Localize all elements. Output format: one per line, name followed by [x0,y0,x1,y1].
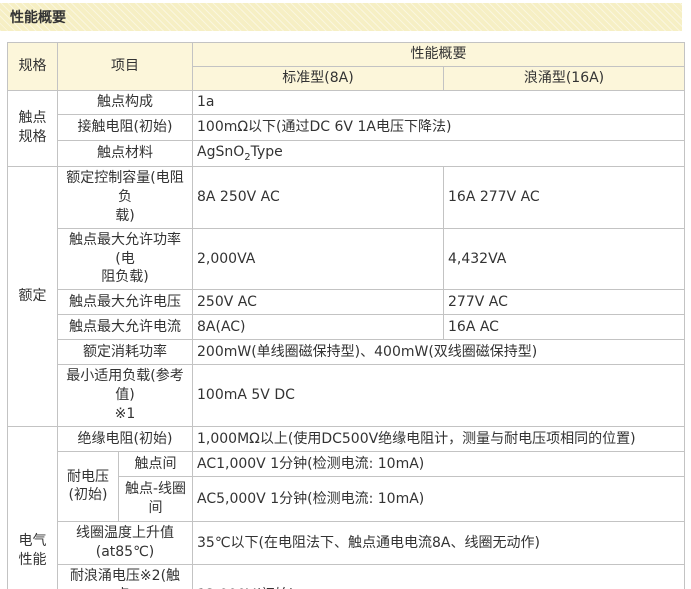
group-contact-specs: 触点 规格 [8,90,58,166]
header-surge-type: 浪涌型(16A) [444,66,685,90]
row-withstand-coil-label: 触点-线圈 间 [119,476,193,521]
row-max-power-standard: 2,000VA [193,228,444,290]
row-withstand-contacts-value: AC1,000V 1分钟(检测电流: 10mA) [193,451,685,476]
row-max-power-surge: 4,432VA [444,228,685,290]
table-row: 额定 额定控制容量(电阻负 载) 8A 250V AC 16A 277V AC [8,166,685,228]
row-max-current-standard: 8A(AC) [193,315,444,340]
row-rated-capacity-standard: 8A 250V AC [193,166,444,228]
group-rated: 额定 [8,166,58,426]
row-rated-capacity-surge: 16A 277V AC [444,166,685,228]
row-power-consumption-label: 额定消耗功率 [58,340,193,365]
row-max-current-label: 触点最大允许电流 [58,315,193,340]
row-surge-withstand-label: 耐浪涌电压※2(触点- 线圈间) [58,564,193,589]
row-insulation-label: 绝缘电阻(初始) [58,426,193,451]
group-electrical: 电气 性能 [8,426,58,589]
row-coil-temp-value: 35℃以下(在电阻法下、触点通电电流8A、线圈无动作) [193,521,685,564]
table-row: 触点 规格 触点构成 1a [8,90,685,114]
row-withstand-voltage-label: 耐电压 (初始) [58,451,119,521]
row-surge-withstand-value: 12,000V(初始) [193,564,685,589]
row-contact-form-label: 触点构成 [58,90,193,114]
row-contact-material-value: AgSnO2Type [193,140,685,166]
spec-page: 性能概要 规格 项目 性能概要 标准型(8A) 浪涌型(16A) 触点 规格 触… [0,0,691,589]
table-row: 耐浪涌电压※2(触点- 线圈间) 12,000V(初始) [8,564,685,589]
row-contact-resistance-value: 100mΩ以下(通过DC 6V 1A电压下降法) [193,114,685,140]
row-max-voltage-standard: 250V AC [193,290,444,315]
row-max-voltage-label: 触点最大允许电压 [58,290,193,315]
table-row: 额定消耗功率 200mW(单线圈磁保持型)、400mW(双线圈磁保持型) [8,340,685,365]
header-performance: 性能概要 [193,43,685,67]
row-max-current-surge: 16A AC [444,315,685,340]
page-title: 性能概要 [10,7,66,27]
row-withstand-contacts-label: 触点间 [119,451,193,476]
header-row-1: 规格 项目 性能概要 [8,43,685,67]
row-max-voltage-surge: 277V AC [444,290,685,315]
table-row: 耐电压 (初始) 触点间 AC1,000V 1分钟(检测电流: 10mA) [8,451,685,476]
row-power-consumption-value: 200mW(单线圈磁保持型)、400mW(双线圈磁保持型) [193,340,685,365]
row-contact-material-label: 触点材料 [58,140,193,166]
table-row: 接触电阻(初始) 100mΩ以下(通过DC 6V 1A电压下降法) [8,114,685,140]
row-rated-capacity-label: 额定控制容量(电阻负 载) [58,166,193,228]
row-min-load-label: 最小适用负载(参考值) ※1 [58,365,193,427]
row-min-load-value: 100mA 5V DC [193,365,685,427]
row-contact-form-value: 1a [193,90,685,114]
row-withstand-coil-value: AC5,000V 1分钟(检测电流: 10mA) [193,476,685,521]
header-standard-type: 标准型(8A) [193,66,444,90]
table-row: 触点材料 AgSnO2Type [8,140,685,166]
row-max-power-label: 触点最大允许功率(电 阻负载) [58,228,193,290]
row-coil-temp-label: 线圈温度上升值 (at85℃) [58,521,193,564]
table-row: 触点最大允许电压 250V AC 277V AC [8,290,685,315]
table-row: 触点最大允许电流 8A(AC) 16A AC [8,315,685,340]
table-row: 触点最大允许功率(电 阻负载) 2,000VA 4,432VA [8,228,685,290]
table-row: 电气 性能 绝缘电阻(初始) 1,000MΩ以上(使用DC500V绝缘电阻计，测… [8,426,685,451]
performance-spec-table: 规格 项目 性能概要 标准型(8A) 浪涌型(16A) 触点 规格 触点构成 1… [7,42,685,589]
section-title-bar: 性能概要 [0,3,682,31]
row-insulation-value: 1,000MΩ以上(使用DC500V绝缘电阻计，测量与耐电压项相同的位置) [193,426,685,451]
table-row: 最小适用负载(参考值) ※1 100mA 5V DC [8,365,685,427]
header-item: 项目 [58,43,193,91]
table-row: 线圈温度上升值 (at85℃) 35℃以下(在电阻法下、触点通电电流8A、线圈无… [8,521,685,564]
header-spec: 规格 [8,43,58,91]
row-contact-resistance-label: 接触电阻(初始) [58,114,193,140]
